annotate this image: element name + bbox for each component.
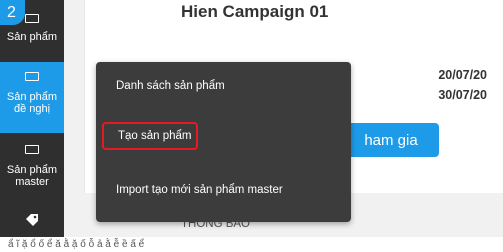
menu-item-label: Tạo sản phẩm [118,130,192,142]
campaign-start-date: 20/07/20 [438,68,487,82]
sidebar: Sản phẩm Sản phẩm đề nghị Sản phẩm maste… [0,0,64,252]
sidebar-item-label-line2: đề nghị [13,103,51,115]
monitor-icon [25,72,39,81]
menu-item-create-product[interactable]: Tạo sản phẩm [102,122,198,150]
campaign-end-date: 30/07/20 [438,88,487,102]
step-badge: 2 [0,0,25,25]
sidebar-item-label-line1: Sản phẩm [6,91,58,103]
menu-item-product-list[interactable]: Danh sách sản phẩm [116,80,225,92]
sidebar-item-label: Sản phẩm [6,31,58,43]
join-button-label: ham gia [364,131,418,149]
join-button[interactable]: ham gia [343,123,439,157]
menu-item-import-master[interactable]: Import tạo mới sản phẩm master [116,184,283,196]
campaign-title: Hien Campaign 01 [181,2,329,21]
monitor-icon [25,14,39,23]
product-dropdown-menu: Danh sách sản phẩm Tạo sản phẩm Import t… [96,62,351,222]
tag-icon [26,214,38,226]
sidebar-item-san-pham-master[interactable]: Sản phẩm master [0,133,64,203]
sidebar-item-label-line1: Sản phẩm [6,164,58,176]
monitor-icon [25,145,39,154]
sidebar-item-san-pham-de-nghi[interactable]: Sản phẩm đề nghị [0,62,64,133]
bottom-text: ẩ ĩ ặ ổ ố ể ă ằ ặ ố ỗ ả ằ ễ ề ấ ể [8,239,145,250]
bottom-text-strip: ẩ ĩ ặ ổ ố ể ă ằ ặ ố ỗ ả ằ ễ ề ấ ể [0,237,503,252]
sidebar-item-label-line2: master [15,176,49,188]
